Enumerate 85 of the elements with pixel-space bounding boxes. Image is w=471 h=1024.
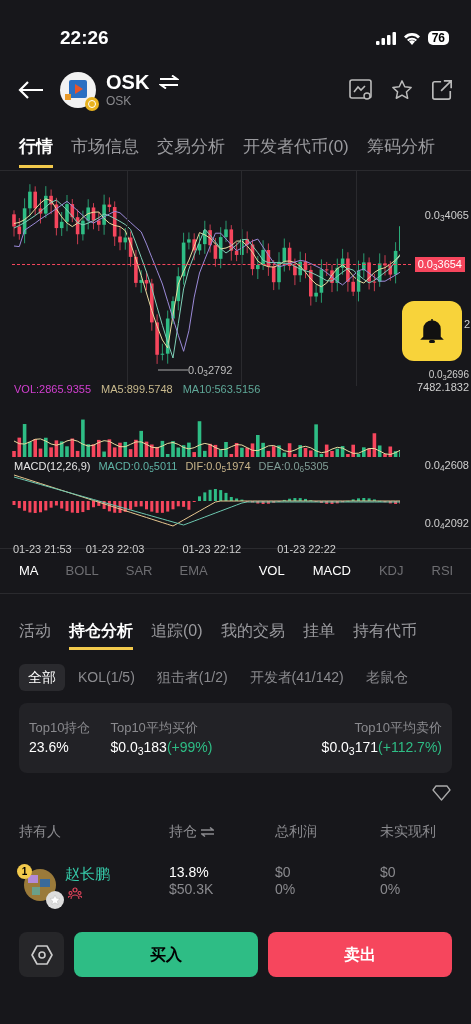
stat-label: Top10持仓 xyxy=(29,718,91,737)
filter-chip[interactable]: 全部 xyxy=(19,664,65,691)
star-icon[interactable] xyxy=(391,79,413,101)
sort-icon[interactable] xyxy=(201,826,214,837)
indicator-toggle[interactable]: MACD xyxy=(312,561,351,581)
group-icon xyxy=(68,887,82,900)
column-header: 持有人 xyxy=(19,822,62,841)
filter-chip[interactable]: KOL(1/5) xyxy=(69,664,144,691)
legend-text: MACD:0.0$_{5}$5011 xyxy=(98,459,178,475)
time-label: 01-23 22:22 xyxy=(277,542,336,557)
table-cell-text: $50.3K xyxy=(169,881,215,898)
tab[interactable]: 挂单 xyxy=(302,619,335,650)
time-label: 01-23 22:03 xyxy=(85,542,145,557)
legend-text: MA10:563.5156 xyxy=(182,382,261,397)
settings-button[interactable] xyxy=(19,932,64,977)
indicator-toggle[interactable]: MA xyxy=(19,561,39,581)
table-cell-text: $0 xyxy=(380,864,397,881)
diamond-icon[interactable] xyxy=(432,785,451,801)
stat-label: Top10平均卖价 xyxy=(354,718,442,737)
token-title: OSK xyxy=(106,71,150,93)
status-time: 22:26 xyxy=(60,25,109,50)
buy-button[interactable]: 买入 xyxy=(74,932,258,977)
indicator-toggle[interactable]: EMA xyxy=(179,561,208,581)
leader-line xyxy=(158,369,188,371)
tab[interactable]: 持有代币 xyxy=(352,619,417,650)
indicator-toggle[interactable]: VOL xyxy=(258,561,285,581)
price-tag: 0.0$_{3}$3654 xyxy=(414,257,465,272)
column-header[interactable]: 持仓 xyxy=(169,821,275,842)
back-arrow-icon[interactable] xyxy=(18,81,44,99)
holder-name[interactable]: 赵长鹏 xyxy=(65,864,110,884)
coin-badge-icon xyxy=(85,97,99,111)
table-cell-text: 13.8% xyxy=(169,864,210,881)
legend-text: DIF:0.0$_{5}$1974 xyxy=(185,459,251,475)
time-label: 01-23 22:12 xyxy=(182,542,242,557)
axis-label: 0.0$_{4}$2092 xyxy=(424,516,469,532)
token-subtitle: OSK xyxy=(106,93,133,109)
legend-text: MA5:899.5748 xyxy=(101,382,173,397)
legend-text: DEA:0.0$_{6}$5305 xyxy=(258,459,329,475)
filter-chip[interactable]: 老鼠仓 xyxy=(356,664,417,691)
indicator-toggle[interactable]: SAR xyxy=(125,561,153,581)
axis-label: 7482.1832 xyxy=(417,381,469,393)
sell-button[interactable]: 卖出 xyxy=(268,932,452,977)
stat-value: 23.6% xyxy=(29,738,70,758)
signal-icon xyxy=(375,31,396,45)
indicator-toggle[interactable]: BOLL xyxy=(65,561,99,581)
filter-chip[interactable]: 狙击者(1/2) xyxy=(147,664,237,691)
swap-icon[interactable] xyxy=(159,75,180,89)
axis-label: 0.0$_{3}$4065 xyxy=(424,208,469,224)
table-cell-text: 0% xyxy=(275,881,297,898)
battery-indicator: 76 xyxy=(427,31,449,45)
tab[interactable]: 活动 xyxy=(19,619,51,650)
indicator-toggle[interactable]: RSI xyxy=(431,561,454,581)
axis-label: 0.0$_{3}$2696 xyxy=(428,369,469,380)
time-label: 01-23 21:53 xyxy=(13,542,72,557)
column-header: 未实现利 xyxy=(380,822,436,841)
share-icon[interactable] xyxy=(431,79,453,101)
indicator-toggle[interactable]: KDJ xyxy=(378,561,404,581)
table-cell-text: $0 xyxy=(275,864,292,881)
rank-badge: 1 xyxy=(17,864,32,879)
low-price-marker: 0.0$_{3}$2792 xyxy=(188,363,233,379)
settings-icon xyxy=(30,944,53,965)
table-cell: 0% xyxy=(380,881,401,898)
tab[interactable]: 开发者代币(0) xyxy=(243,133,349,168)
chart-view-icon[interactable] xyxy=(349,78,373,102)
legend-text: VOL:2865.9355 xyxy=(14,382,92,397)
bell-icon xyxy=(420,318,444,344)
column-header: 总利润 xyxy=(275,822,318,841)
tab[interactable]: 市场信息 xyxy=(71,133,139,168)
tab[interactable]: 我的交易 xyxy=(220,619,285,650)
legend-text: MACD(12,26,9) xyxy=(14,459,91,474)
tab[interactable]: 追踪(0) xyxy=(151,619,203,650)
stat-value: $0.0$_{3}$183(+99%) xyxy=(110,738,213,759)
tab[interactable]: 持仓分析 xyxy=(69,619,133,650)
tab[interactable]: 筹码分析 xyxy=(366,133,435,168)
alert-button[interactable] xyxy=(402,301,462,361)
axis-label: 0.0$_{4}$2608 xyxy=(424,458,469,474)
tab[interactable]: 行情 xyxy=(19,133,53,168)
wifi-icon xyxy=(402,31,421,45)
star-badge-icon xyxy=(46,891,64,909)
axis-label: 2 xyxy=(463,317,470,332)
stat-label: Top10平均买价 xyxy=(110,718,199,737)
tab[interactable]: 交易分析 xyxy=(157,133,225,168)
stat-value: $0.0$_{3}$171(+112.7%) xyxy=(321,738,442,759)
token-logo-icon xyxy=(60,72,96,108)
filter-chip[interactable]: 开发者(41/142) xyxy=(240,664,353,691)
